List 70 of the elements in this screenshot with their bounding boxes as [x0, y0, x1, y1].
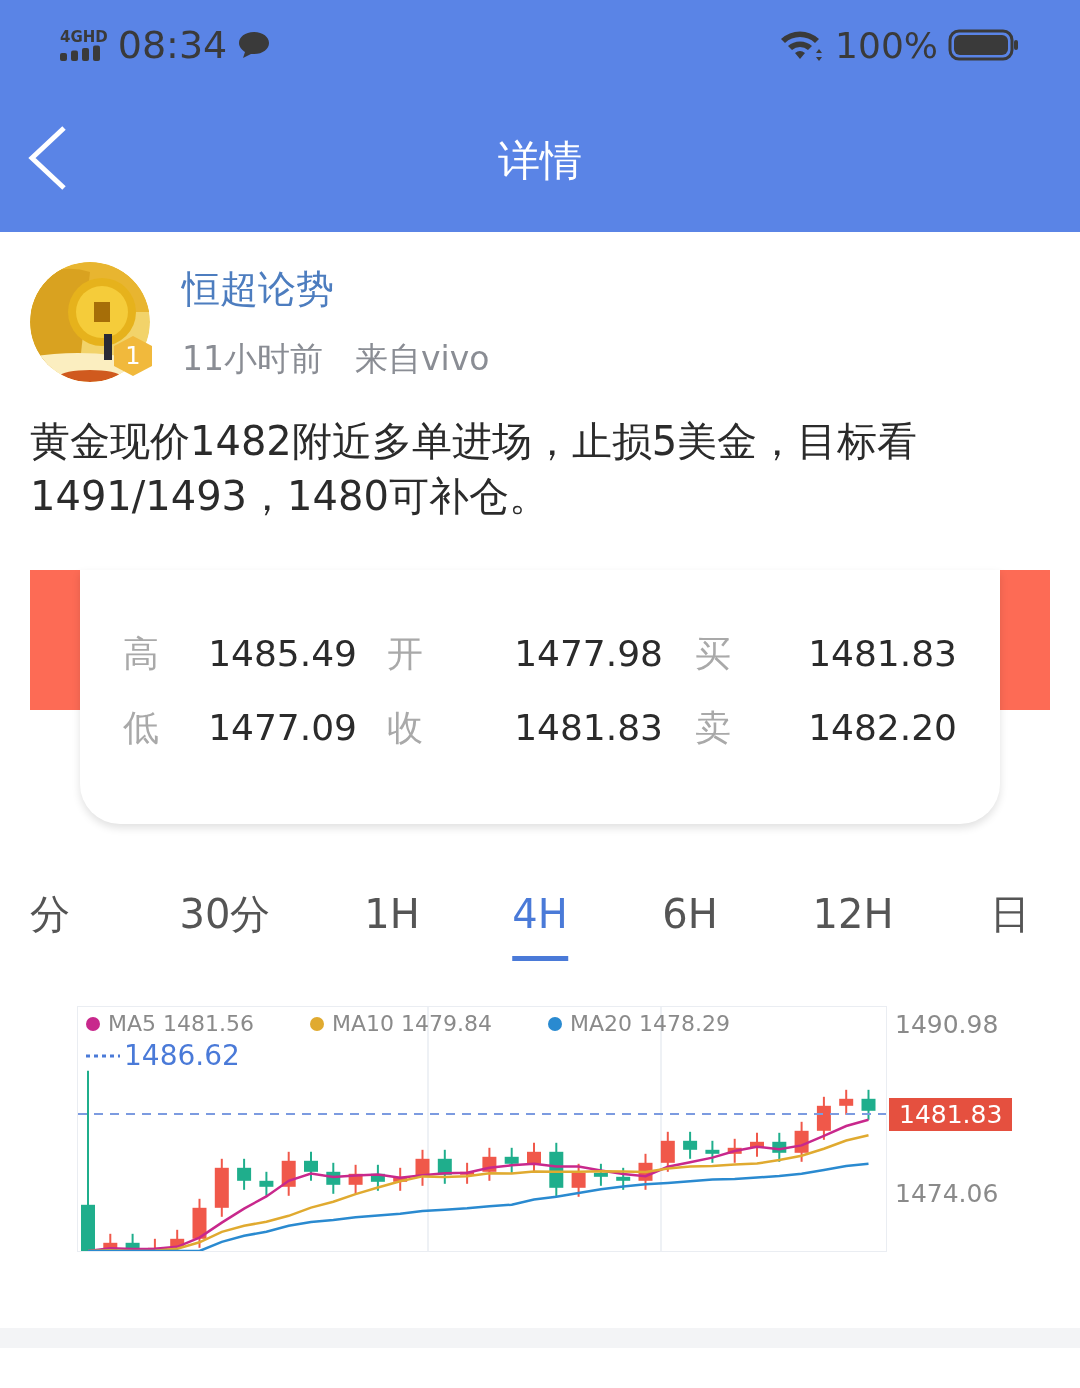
- dotted-line-icon: [86, 1053, 120, 1058]
- period-tab[interactable]: 4H: [512, 890, 568, 961]
- candle: [593, 1162, 608, 1187]
- period-tab[interactable]: 分: [30, 890, 70, 961]
- legend-label: MA10 1479.84: [332, 1011, 492, 1036]
- page-title: 详情: [498, 135, 582, 187]
- post-time: 11小时前: [182, 338, 323, 380]
- candle: [259, 1170, 274, 1197]
- chat-icon: [237, 30, 272, 60]
- candle: [504, 1146, 519, 1174]
- battery-percent: 100%: [835, 24, 938, 66]
- signal-icon: [60, 44, 102, 61]
- quote-value: 1477.09: [207, 706, 357, 750]
- quote-value: 1481.83: [807, 632, 957, 676]
- legend-label: MA20 1478.29: [570, 1011, 730, 1036]
- candle: [660, 1130, 675, 1173]
- quote-label: 低: [123, 706, 160, 750]
- marker-value: 1486.62: [124, 1039, 240, 1072]
- quote-label: 开: [387, 632, 424, 676]
- quote-label: 买: [695, 632, 732, 676]
- candle: [772, 1131, 787, 1163]
- candle: [281, 1150, 296, 1197]
- quote-value: 1477.98: [513, 632, 663, 676]
- clock: 08:34: [117, 23, 228, 67]
- post-text: 黄金现价1482附近多单进场，止损5美金，目标看1491/1493，1480可补仓。: [30, 417, 919, 521]
- candle: [460, 1161, 475, 1185]
- candle: [482, 1146, 497, 1182]
- period-tab[interactable]: 日: [990, 890, 1030, 961]
- candle: [103, 1232, 118, 1251]
- candle: [237, 1157, 252, 1191]
- period-tab[interactable]: 30分: [179, 890, 271, 961]
- candle: [415, 1148, 430, 1187]
- candle: [326, 1161, 341, 1195]
- quote-value: 1482.20: [807, 706, 957, 750]
- candle: [839, 1088, 854, 1116]
- candle: [370, 1163, 385, 1192]
- axis-label: 1490.98: [895, 1010, 999, 1039]
- candle: [705, 1139, 720, 1164]
- network-label: 4GHD: [60, 29, 108, 45]
- candle: [727, 1137, 742, 1164]
- post-source: 来自vivo: [355, 338, 490, 380]
- axis-label: 1474.06: [895, 1179, 999, 1208]
- quote-value: 1481.83: [513, 706, 663, 750]
- candle: [304, 1150, 318, 1182]
- battery-icon: [948, 29, 1020, 61]
- legend-label: MA5 1481.56: [108, 1011, 254, 1036]
- quote-label: 高: [123, 632, 160, 676]
- candle: [638, 1152, 653, 1191]
- period-tab[interactable]: 6H: [662, 890, 718, 961]
- candle: [125, 1232, 140, 1251]
- quote-label: 卖: [695, 706, 732, 750]
- author-name[interactable]: 恒超论势: [182, 264, 490, 315]
- candle: [348, 1163, 363, 1195]
- price-tag: 1481.83: [889, 1098, 1013, 1131]
- candle: [571, 1162, 586, 1198]
- candle: [616, 1166, 631, 1191]
- candle: [861, 1088, 876, 1121]
- candle: [437, 1148, 452, 1185]
- quote-label: 收: [387, 706, 424, 750]
- candle: [192, 1197, 207, 1249]
- candle: [683, 1130, 698, 1160]
- candle: [750, 1131, 764, 1158]
- quote-value: 1485.49: [207, 632, 357, 676]
- candle: [816, 1095, 831, 1141]
- candle: [794, 1120, 809, 1163]
- candle: [214, 1157, 229, 1218]
- period-tab[interactable]: 12H: [812, 890, 894, 961]
- candle: [549, 1141, 564, 1198]
- candle: [393, 1166, 408, 1192]
- period-tab[interactable]: 1H: [364, 890, 420, 961]
